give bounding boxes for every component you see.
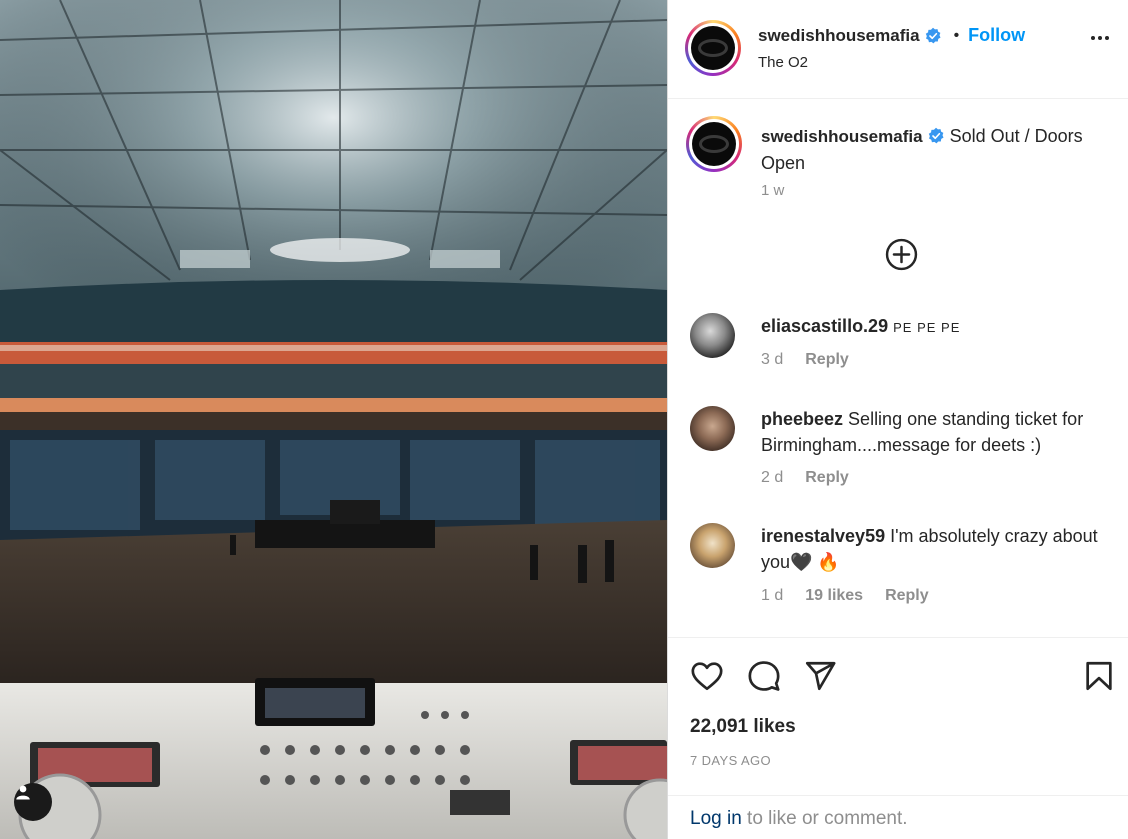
bookmark-icon[interactable] — [1082, 659, 1116, 693]
user-tag-icon[interactable] — [14, 783, 52, 821]
post-date: 7 DAYS AGO — [690, 753, 772, 768]
paper-plane-icon[interactable] — [803, 659, 837, 693]
comment-bubble-icon[interactable] — [747, 659, 781, 693]
author-username[interactable]: swedishhousemafia — [758, 26, 920, 46]
arena-photo-image — [0, 0, 667, 839]
comment-meta: 3 d Reply — [761, 351, 849, 369]
commenter-avatar[interactable] — [690, 523, 735, 568]
post-location[interactable]: The O2 — [758, 54, 808, 71]
verified-badge-icon — [925, 27, 941, 43]
caption-time: 1 w — [761, 182, 785, 199]
comment-username[interactable]: eliascastillo.29 — [761, 316, 888, 336]
post-header: swedishhousemafia • Follow The O2 — [668, 0, 1128, 99]
comment-username[interactable]: pheebeez — [761, 409, 843, 429]
comment-time: 1 d — [761, 587, 784, 604]
comment-text: PE PE PE — [893, 320, 961, 335]
comment-likes[interactable]: 19 likes — [805, 587, 863, 605]
post-actions-section: 22,091 likes 7 DAYS AGO Log in to like o… — [668, 637, 1128, 839]
commenter-avatar[interactable] — [690, 313, 735, 358]
comment-reply-button[interactable]: Reply — [805, 469, 849, 487]
comment-reply-button[interactable]: Reply — [805, 351, 849, 369]
author-name-row: swedishhousemafia • Follow — [758, 25, 1025, 46]
heart-icon[interactable] — [690, 659, 724, 693]
comment-time: 3 d — [761, 351, 784, 368]
caption-avatar[interactable] — [686, 116, 742, 172]
comment-item: irenestalvey59 I'm absolutely crazy abou… — [690, 523, 1120, 613]
comment-body: pheebeez Selling one standing ticket for… — [761, 406, 1121, 458]
author-avatar[interactable] — [685, 20, 741, 76]
post-side-panel: swedishhousemafia • Follow The O2 swedis… — [667, 0, 1128, 839]
likes-count[interactable]: 22,091 likes — [690, 716, 796, 738]
caption-text-block: swedishhousemafia Sold Out / Doors Open — [761, 123, 1101, 176]
comment-body: eliascastillo.29 PE PE PE — [761, 313, 1121, 341]
comment-username[interactable]: irenestalvey59 — [761, 526, 885, 546]
caption-username[interactable]: swedishhousemafia — [761, 127, 923, 146]
comment-meta: 1 d 19 likes Reply — [761, 587, 929, 605]
comment-time: 2 d — [761, 469, 784, 486]
login-link[interactable]: Log in — [690, 808, 742, 829]
comment-body: irenestalvey59 I'm absolutely crazy abou… — [761, 523, 1121, 575]
login-prompt: Log in to like or comment. — [668, 795, 1128, 839]
post-caption: swedishhousemafia Sold Out / Doors Open … — [686, 116, 1116, 206]
commenter-avatar[interactable] — [690, 406, 735, 451]
post-photo[interactable] — [0, 0, 667, 839]
plus-circle-icon[interactable] — [885, 238, 918, 271]
login-suffix-text: to like or comment. — [741, 808, 908, 829]
comment-meta: 2 d Reply — [761, 469, 849, 487]
comment-item: pheebeez Selling one standing ticket for… — [690, 406, 1120, 496]
follow-button[interactable]: Follow — [968, 25, 1025, 46]
post-modal: swedishhousemafia • Follow The O2 swedis… — [0, 0, 1128, 839]
more-options-icon[interactable] — [1091, 36, 1109, 40]
verified-badge-icon — [928, 127, 944, 144]
comment-reply-button[interactable]: Reply — [885, 587, 929, 605]
comment-item: eliascastillo.29 PE PE PE 3 d Reply — [690, 313, 1120, 383]
separator-dot: • — [953, 26, 960, 44]
